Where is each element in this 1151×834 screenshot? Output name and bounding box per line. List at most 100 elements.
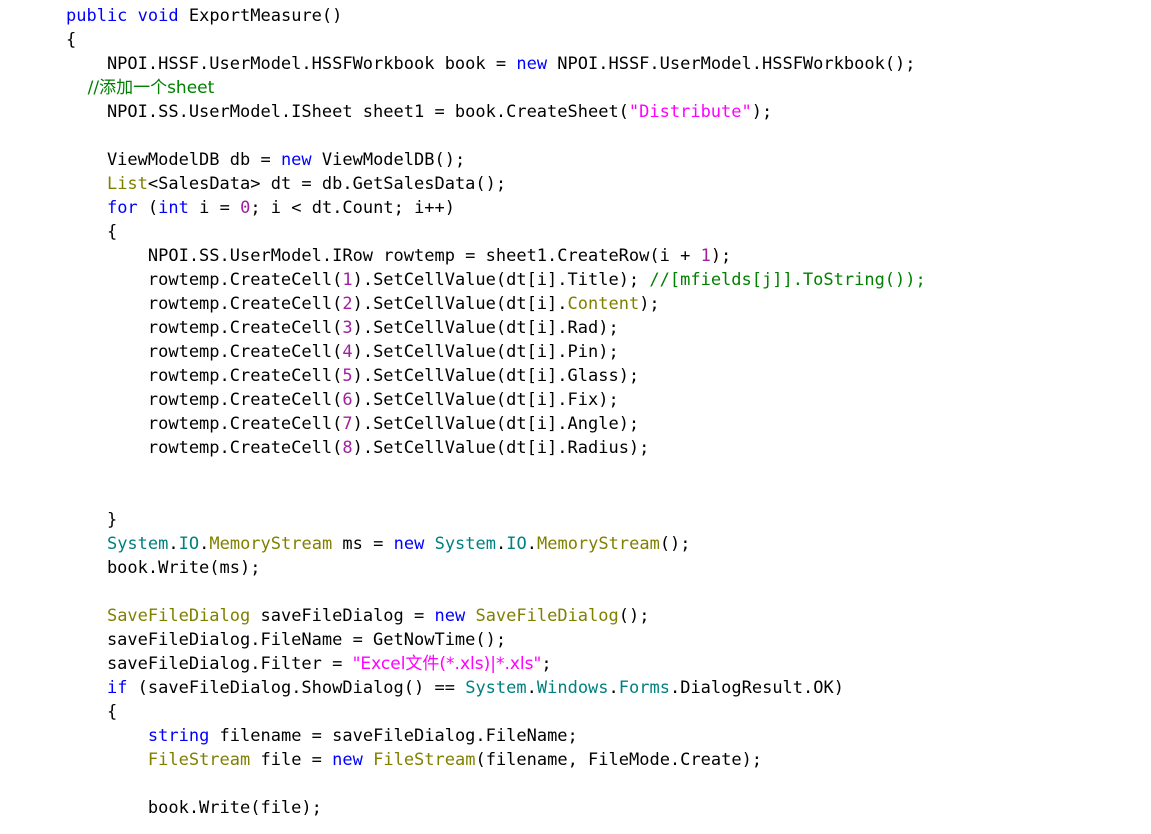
code-token-num: 0 bbox=[240, 198, 251, 218]
code-token-type: MemoryStream bbox=[209, 534, 333, 554]
code-token-pln bbox=[66, 750, 148, 770]
code-token-pln: ); bbox=[639, 294, 660, 314]
code-token-pln: ).SetCellValue(dt[i].Glass); bbox=[352, 366, 640, 386]
code-line: NPOI.SS.UserModel.ISheet sheet1 = book.C… bbox=[0, 100, 1151, 124]
code-token-pln: saveFileDialog.Filter = bbox=[66, 654, 353, 674]
code-token-pln: rowtemp.CreateCell( bbox=[66, 414, 343, 434]
code-token-pln: ).SetCellValue(dt[i]. bbox=[352, 294, 568, 314]
code-token-pln: NPOI.HSSF.UserModel.HSSFWorkbook book = bbox=[66, 54, 517, 74]
code-line: rowtemp.CreateCell(2).SetCellValue(dt[i]… bbox=[0, 292, 1151, 316]
code-token-kw: new bbox=[516, 54, 548, 74]
code-line: book.Write(ms); bbox=[0, 556, 1151, 580]
code-token-pln: ViewModelDB db = bbox=[66, 150, 281, 170]
code-line: if (saveFileDialog.ShowDialog() == Syste… bbox=[0, 676, 1151, 700]
code-token-kw: new bbox=[280, 150, 312, 170]
code-token-pln: ; i < dt.Count; i++) bbox=[250, 198, 456, 218]
code-token-pln: ViewModelDB(); bbox=[311, 150, 466, 170]
code-token-kw: new bbox=[393, 534, 425, 554]
code-token-pln: . bbox=[199, 534, 210, 554]
code-token-pln: <SalesData> dt = db.GetSalesData(); bbox=[147, 174, 507, 194]
code-token-type: Content bbox=[567, 294, 640, 314]
code-editor-view[interactable]: public void ExportMeasure(){ NPOI.HSSF.U… bbox=[0, 0, 1151, 834]
code-line: saveFileDialog.FileName = GetNowTime(); bbox=[0, 628, 1151, 652]
code-token-pln bbox=[66, 726, 148, 746]
code-token-num: 1 bbox=[700, 246, 711, 266]
code-token-num: 6 bbox=[342, 390, 353, 410]
code-line: } bbox=[0, 508, 1151, 532]
code-token-pln: ); bbox=[710, 246, 732, 266]
code-token-type: MemoryStream bbox=[536, 534, 660, 554]
code-token-kw: new bbox=[434, 606, 466, 626]
code-token-cmt: //[mfields[j]].ToString()); bbox=[649, 270, 926, 290]
code-token-pln: . bbox=[496, 534, 507, 554]
code-token-pln: . bbox=[608, 678, 619, 698]
code-token-pln: NPOI.SS.UserModel.ISheet sheet1 = book.C… bbox=[66, 102, 629, 122]
code-token-pln: ExportMeasure() bbox=[178, 6, 343, 26]
code-token-pln bbox=[127, 6, 137, 26]
code-line: NPOI.SS.UserModel.IRow rowtemp = sheet1.… bbox=[0, 244, 1151, 268]
code-line: rowtemp.CreateCell(8).SetCellValue(dt[i]… bbox=[0, 436, 1151, 460]
code-token-pln: ).SetCellValue(dt[i].Radius); bbox=[352, 438, 650, 458]
code-token-pln: (filename, FileMode.Create); bbox=[475, 750, 763, 770]
code-token-pln: rowtemp.CreateCell( bbox=[66, 318, 343, 338]
code-token-pln: file = bbox=[250, 750, 333, 770]
code-token-str: "Distribute" bbox=[628, 102, 752, 122]
code-token-kw: string bbox=[147, 726, 210, 746]
code-line: //添加一个sheet bbox=[0, 76, 1151, 100]
code-token-ns: IO bbox=[178, 534, 200, 554]
code-line: saveFileDialog.Filter = "Excel文件(*.xls)|… bbox=[0, 652, 1151, 676]
code-token-pln: ).SetCellValue(dt[i].Pin); bbox=[352, 342, 619, 362]
code-token-pln: (); bbox=[659, 534, 691, 554]
code-token-type: SaveFileDialog bbox=[106, 606, 251, 626]
code-token-type: FileStream bbox=[373, 750, 476, 770]
code-token-pln bbox=[424, 534, 434, 554]
code-line: rowtemp.CreateCell(6).SetCellValue(dt[i]… bbox=[0, 388, 1151, 412]
code-token-pln: ; bbox=[541, 654, 552, 674]
code-token-pln bbox=[465, 606, 475, 626]
code-token-pln: rowtemp.CreateCell( bbox=[66, 366, 343, 386]
code-token-pln: } bbox=[66, 510, 118, 530]
code-token-num: 1 bbox=[342, 270, 353, 290]
code-token-pln bbox=[66, 198, 107, 218]
code-line: public void ExportMeasure() bbox=[0, 4, 1151, 28]
code-token-pln: (); bbox=[618, 606, 650, 626]
code-token-kw: new bbox=[332, 750, 363, 770]
code-token-pln: { bbox=[66, 702, 118, 722]
code-token-ns: Windows bbox=[536, 678, 609, 698]
code-token-pln: rowtemp.CreateCell( bbox=[66, 342, 343, 362]
code-token-pln: . bbox=[526, 534, 537, 554]
code-token-num: 3 bbox=[342, 318, 353, 338]
code-line: rowtemp.CreateCell(3).SetCellValue(dt[i]… bbox=[0, 316, 1151, 340]
code-token-pln: saveFileDialog = bbox=[250, 606, 435, 626]
code-token-type: SaveFileDialog bbox=[475, 606, 619, 626]
code-line: ViewModelDB db = new ViewModelDB(); bbox=[0, 148, 1151, 172]
code-line: string filename = saveFileDialog.FileNam… bbox=[0, 724, 1151, 748]
code-line: List<SalesData> dt = db.GetSalesData(); bbox=[0, 172, 1151, 196]
code-line: NPOI.HSSF.UserModel.HSSFWorkbook book = … bbox=[0, 52, 1151, 76]
code-line: { bbox=[0, 220, 1151, 244]
code-line: SaveFileDialog saveFileDialog = new Save… bbox=[0, 604, 1151, 628]
code-token-ns: System bbox=[465, 678, 527, 698]
code-token-pln: saveFileDialog.FileName = GetNowTime(); bbox=[66, 630, 507, 650]
code-token-ns: Forms bbox=[618, 678, 670, 698]
code-line: rowtemp.CreateCell(4).SetCellValue(dt[i]… bbox=[0, 340, 1151, 364]
code-token-pln: NPOI.SS.UserModel.IRow rowtemp = sheet1.… bbox=[66, 246, 701, 266]
code-token-type: List bbox=[106, 174, 148, 194]
code-token-kw: int bbox=[158, 198, 189, 218]
code-token-pln: ( bbox=[137, 198, 159, 218]
code-line: { bbox=[0, 700, 1151, 724]
code-token-pln: { bbox=[66, 30, 77, 50]
code-token-pln: ).SetCellValue(dt[i].Title); bbox=[352, 270, 650, 290]
code-token-pln: book.Write(file); bbox=[66, 798, 322, 818]
code-token-pln: . bbox=[526, 678, 537, 698]
code-token-pln bbox=[66, 606, 107, 626]
code-token-pln: ).SetCellValue(dt[i].Fix); bbox=[352, 390, 619, 410]
code-line: { bbox=[0, 28, 1151, 52]
code-token-pln: ms = bbox=[332, 534, 394, 554]
code-token-pln: book.Write(ms); bbox=[66, 558, 261, 578]
code-line: rowtemp.CreateCell(7).SetCellValue(dt[i]… bbox=[0, 412, 1151, 436]
code-token-ns: System bbox=[434, 534, 496, 554]
